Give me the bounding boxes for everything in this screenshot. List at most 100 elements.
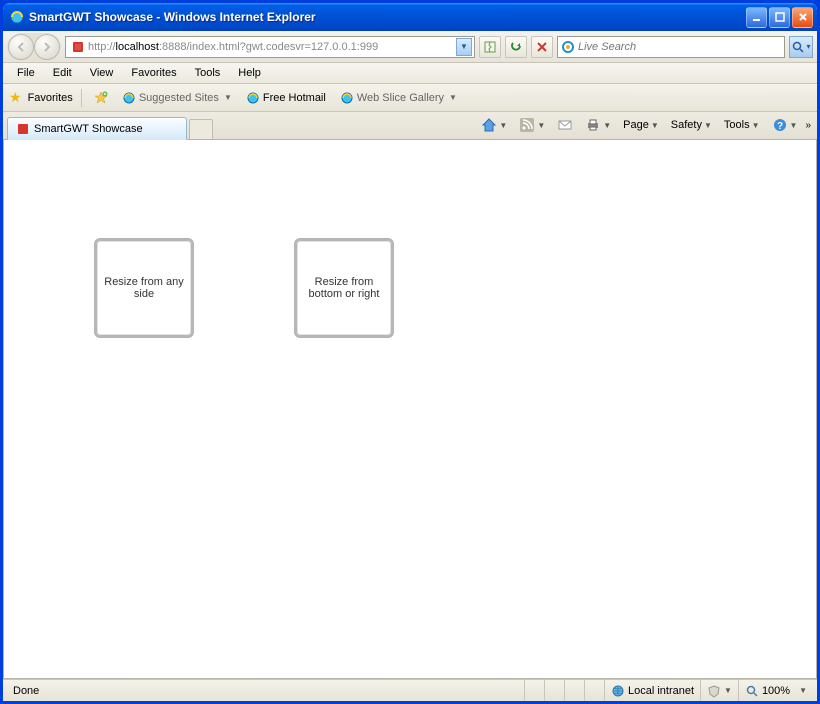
resize-box-bottomright[interactable]: Resize from bottom or right [294, 238, 394, 338]
home-button[interactable]: ▼ [477, 115, 511, 135]
zoom-value: 100% [762, 685, 790, 697]
browser-window: SmartGWT Showcase - Windows Internet Exp… [3, 3, 817, 701]
page-label: Page [623, 119, 649, 131]
status-cell [544, 680, 564, 701]
read-mail-button[interactable] [553, 115, 577, 135]
search-icon [791, 40, 805, 54]
close-button[interactable] [792, 7, 813, 28]
chevron-down-icon: ▼ [799, 686, 807, 695]
help-icon: ? [772, 117, 788, 133]
suggested-sites-label: Suggested Sites [139, 92, 219, 104]
hotmail-link[interactable]: Free Hotmail [242, 89, 330, 107]
web-slice-link[interactable]: Web Slice Gallery ▼ [336, 89, 461, 107]
minimize-button[interactable] [746, 7, 767, 28]
address-bar[interactable]: http://localhost:8888/index.html?gwt.cod… [65, 36, 475, 58]
chevron-down-icon: ▼ [499, 121, 507, 130]
home-icon [481, 117, 497, 133]
menu-edit[interactable]: Edit [45, 65, 80, 81]
zoom-cell[interactable]: 100% ▼ [738, 680, 813, 701]
svg-text:?: ? [776, 121, 782, 132]
favorites-label[interactable]: Favorites [28, 92, 73, 104]
chevron-down-icon: ▼ [224, 93, 232, 102]
status-cell [564, 680, 584, 701]
tools-label: Tools [724, 119, 750, 131]
status-text: Done [13, 685, 39, 697]
address-text: http://localhost:8888/index.html?gwt.cod… [88, 41, 456, 53]
bing-icon [561, 40, 575, 54]
chevron-down-icon: ▼ [651, 121, 659, 130]
tab-title: SmartGWT Showcase [34, 123, 143, 135]
resize-box-label: Resize from any side [101, 276, 187, 300]
chevron-down-icon: ▼ [449, 93, 457, 102]
safety-label: Safety [671, 119, 702, 131]
print-button[interactable]: ▼ [581, 115, 615, 135]
print-icon [585, 117, 601, 133]
zone-cell[interactable]: Local intranet [604, 680, 700, 701]
chevron-down-icon: ▼ [537, 121, 545, 130]
menu-help[interactable]: Help [230, 65, 269, 81]
menu-file[interactable]: File [9, 65, 43, 81]
search-button[interactable]: ▾ [789, 36, 813, 58]
address-dropdown[interactable]: ▼ [456, 38, 472, 56]
mail-icon [557, 117, 573, 133]
chevron-down-icon: ▼ [752, 121, 760, 130]
url-suffix: :8888/index.html?gwt.codesvr=127.0.0.1:9… [159, 41, 378, 53]
resize-box-anyside[interactable]: Resize from any side [94, 238, 194, 338]
feeds-button[interactable]: ▼ [515, 115, 549, 135]
menu-tools[interactable]: Tools [187, 65, 229, 81]
ie-page-icon [122, 91, 136, 105]
chevron-down-icon: ▼ [790, 121, 798, 130]
site-icon [71, 40, 85, 54]
help-button[interactable]: ? ▼ [768, 115, 802, 135]
ie-page-icon [246, 91, 260, 105]
refresh-button[interactable] [505, 36, 527, 58]
page-content: Resize from any side Resize from bottom … [3, 140, 817, 679]
window-buttons [746, 7, 813, 28]
hotmail-label: Free Hotmail [263, 92, 326, 104]
maximize-button[interactable] [769, 7, 790, 28]
chevron-down-icon: ▼ [603, 121, 611, 130]
stop-icon [536, 41, 548, 53]
nav-row: http://localhost:8888/index.html?gwt.cod… [3, 31, 817, 63]
overflow-button[interactable]: » [805, 120, 811, 131]
ie-icon [9, 9, 25, 25]
arrow-right-icon [41, 41, 53, 53]
new-tab-button[interactable] [189, 119, 213, 139]
compat-view-button[interactable] [479, 36, 501, 58]
resize-box-label: Resize from bottom or right [301, 276, 387, 300]
page-menu[interactable]: Page ▼ [619, 117, 663, 133]
separator [81, 89, 82, 107]
zone-label: Local intranet [628, 685, 694, 697]
chevron-down-icon: ▼ [724, 686, 732, 695]
chevron-down-icon: ▾ [806, 42, 810, 51]
star-icon: ★ [9, 89, 22, 106]
add-favorite-button[interactable] [90, 89, 112, 107]
chevron-down-icon: ▼ [704, 121, 712, 130]
suggested-sites-link[interactable]: Suggested Sites ▼ [118, 89, 236, 107]
search-box[interactable] [557, 36, 785, 58]
status-cell [524, 680, 544, 701]
stop-button[interactable] [531, 36, 553, 58]
menu-favorites[interactable]: Favorites [123, 65, 184, 81]
menu-bar: File Edit View Favorites Tools Help [3, 63, 817, 84]
tab-smartgwt[interactable]: SmartGWT Showcase [7, 117, 187, 140]
zoom-icon [745, 684, 759, 698]
tab-row: SmartGWT Showcase ▼ ▼ [3, 112, 817, 140]
star-add-icon [94, 91, 108, 105]
back-button[interactable] [8, 34, 34, 60]
tools-menu[interactable]: Tools ▼ [720, 117, 764, 133]
arrow-left-icon [15, 41, 27, 53]
titlebar: SmartGWT Showcase - Windows Internet Exp… [3, 3, 817, 31]
forward-button[interactable] [34, 34, 60, 60]
safety-menu[interactable]: Safety ▼ [667, 117, 716, 133]
nav-buttons [7, 33, 61, 61]
status-bar: Done Local intranet ▼ 100% ▼ [3, 679, 817, 701]
favorites-bar: ★ Favorites Suggested Sites ▼ Free Hotma… [3, 84, 817, 112]
site-icon [16, 122, 30, 136]
page-broken-icon [483, 40, 497, 54]
protected-mode-cell[interactable]: ▼ [700, 680, 738, 701]
refresh-icon [509, 40, 523, 54]
rss-icon [519, 117, 535, 133]
search-input[interactable] [578, 41, 781, 53]
menu-view[interactable]: View [82, 65, 122, 81]
